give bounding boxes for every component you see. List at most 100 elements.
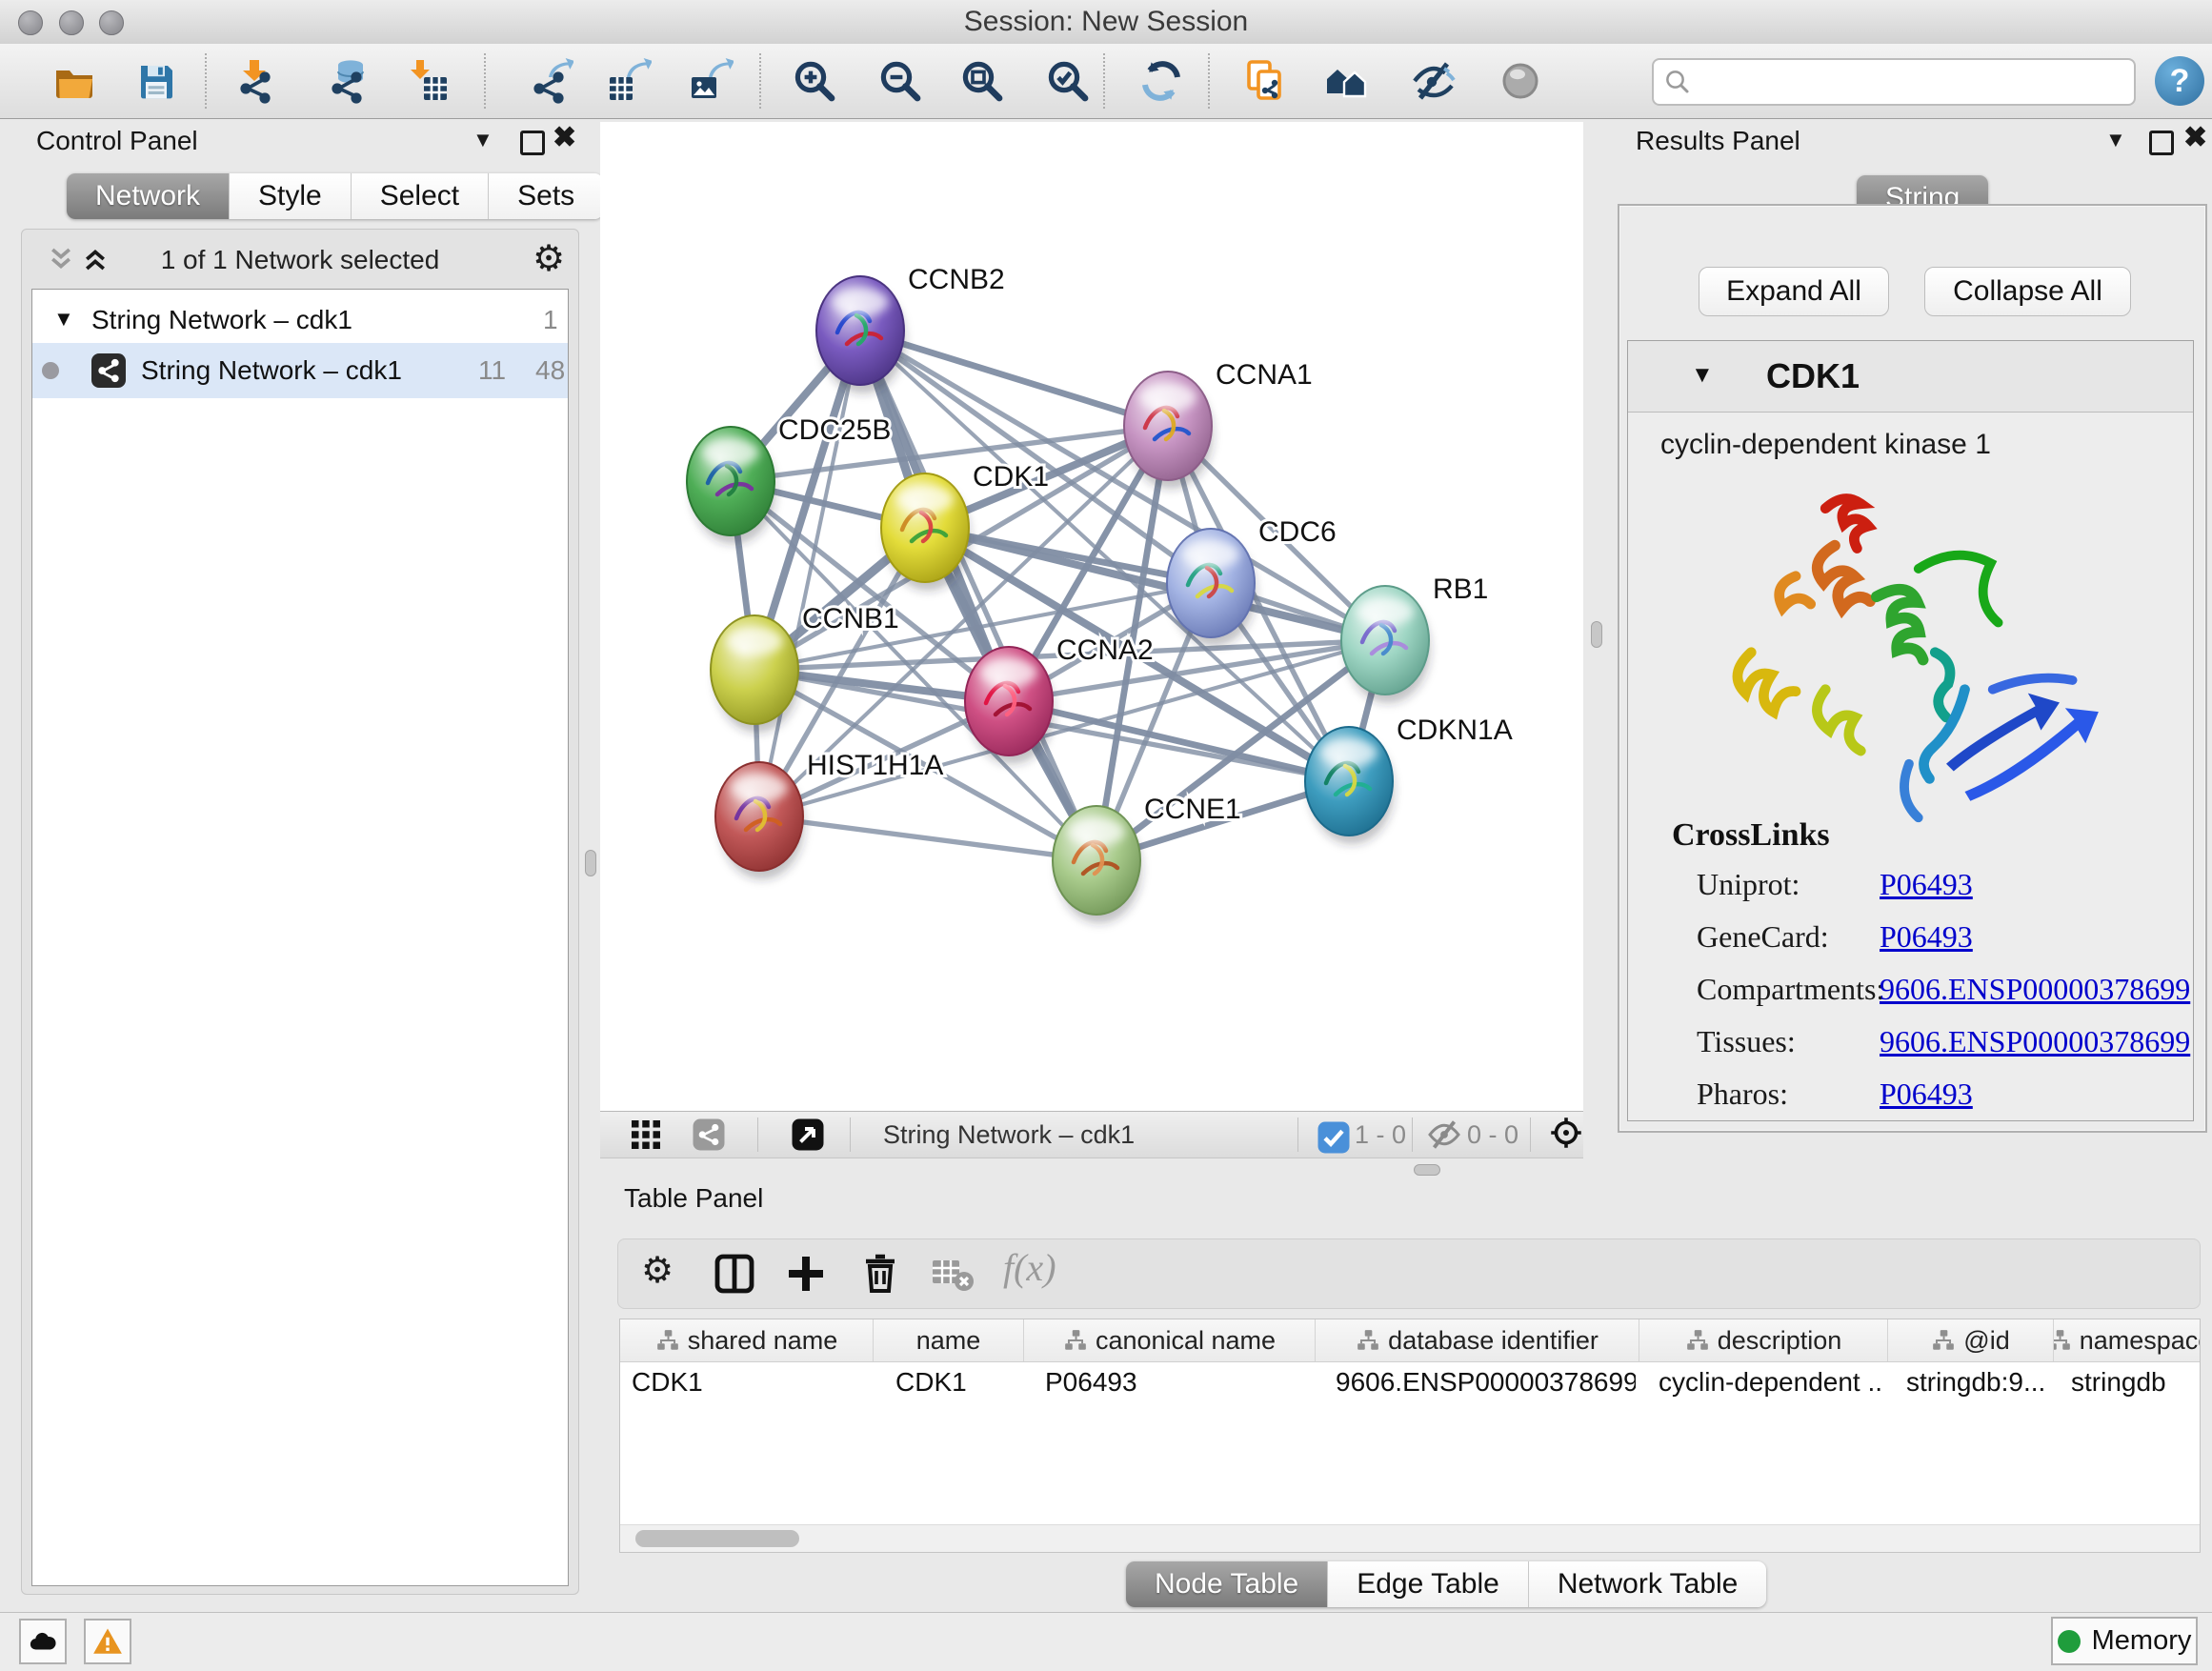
network-collection-row[interactable]: ▼ String Network – cdk1 1 [32,297,568,343]
search-icon [1663,68,1692,96]
import-database-icon[interactable] [326,58,372,104]
current-network-title: String Network – cdk1 [883,1120,1135,1150]
help-button[interactable]: ? [2155,56,2204,106]
network-edge[interactable] [1009,701,1349,781]
zoom-in-icon[interactable] [792,58,837,104]
network-node-HIST1H1A[interactable]: HIST1H1A [715,750,943,879]
refresh-icon[interactable] [1138,58,1184,104]
fit-selected-crosshair-icon[interactable] [1549,1116,1587,1154]
column-header-shared-name[interactable]: shared name [620,1319,874,1361]
network-node-CDC6[interactable]: CDC6 [1167,516,1337,646]
node-description: cyclin-dependent kinase 1 [1660,429,1991,461]
search-input[interactable] [1692,63,2134,101]
warnings-button[interactable] [84,1619,131,1664]
table-tab-network-table[interactable]: Network Table [1528,1561,1767,1607]
table-row[interactable]: CDK1CDK1P064939606.ENSP00000378699cyclin… [620,1362,2200,1402]
network-edge[interactable] [759,816,1096,860]
hidden-eye-slash-icon[interactable] [1427,1117,1461,1152]
grid-view-icon[interactable] [629,1117,663,1152]
results-panel-close-icon[interactable]: ✖ [2183,121,2207,154]
left-splitter-handle[interactable] [585,850,596,876]
table-horizontal-scrollbar[interactable] [620,1524,2200,1552]
clone-network-icon[interactable] [1243,58,1289,104]
expand-all-button[interactable]: Expand All [1699,267,1889,316]
crosslinks-heading: CrossLinks [1672,817,1830,854]
crosslink-link[interactable]: P06493 [1880,919,1973,955]
column-header-database-identifier[interactable]: database identifier [1316,1319,1639,1361]
table-cell[interactable]: cyclin-dependent ... [1636,1362,1883,1402]
node-table[interactable]: shared namenamecanonical namedatabase id… [619,1319,2201,1553]
table-cell[interactable]: stringdb:9... [1883,1362,2048,1402]
delete-column-trash-icon[interactable] [857,1251,903,1297]
tab-style[interactable]: Style [229,173,351,219]
import-network-icon[interactable] [234,58,280,104]
network-node-CDKN1A[interactable]: CDKN1A [1305,715,1513,844]
show-all-icon[interactable] [1498,58,1543,104]
function-builder-icon[interactable]: f(x) [1003,1245,1049,1291]
import-table-icon[interactable] [405,58,451,104]
zoom-out-icon[interactable] [877,58,923,104]
column-header-canonical-name[interactable]: canonical name [1024,1319,1316,1361]
column-header-namespace[interactable]: namespace [2054,1319,2201,1361]
table-options-gear-icon[interactable]: ⚙ [641,1247,687,1293]
network-options-gear-icon[interactable]: ⚙ [533,235,565,281]
open-session-icon[interactable] [51,58,97,104]
table-tab-edge-table[interactable]: Edge Table [1327,1561,1528,1607]
results-panel-float-icon[interactable] [2149,131,2174,155]
delete-table-icon[interactable] [929,1251,975,1297]
control-panel-menu-caret-icon[interactable]: ▼ [473,128,493,152]
crosslink-link[interactable]: P06493 [1880,867,1973,902]
tab-select[interactable]: Select [351,173,488,219]
show-columns-icon[interactable] [712,1251,757,1297]
export-image-icon[interactable] [688,58,734,104]
crosslink-link[interactable]: P06493 [1880,1077,1973,1112]
zoom-fit-icon[interactable] [959,58,1005,104]
tab-sets[interactable]: Sets [488,173,603,219]
control-panel-float-icon[interactable] [520,131,545,155]
add-column-icon[interactable] [783,1251,829,1297]
table-cell[interactable]: P06493 [1022,1362,1313,1402]
scrollbar-thumb[interactable] [635,1530,799,1547]
first-neighbors-icon[interactable] [1323,58,1369,104]
application-window: Session: New Session ? Control Panel ▼ ✖… [0,0,2212,1671]
collapse-all-button[interactable]: Collapse All [1924,267,2131,316]
column-header-description[interactable]: description [1639,1319,1888,1361]
network-edge[interactable] [860,331,1168,426]
table-cell[interactable]: stringdb [2048,1362,2200,1402]
crosslink-label: Pharos: [1697,1077,1788,1112]
results-panel-menu-caret-icon[interactable]: ▼ [2105,128,2126,152]
tab-network[interactable]: Network [67,173,229,219]
network-badge-icon[interactable] [692,1117,726,1152]
network-node-CCNB2[interactable]: CCNB2 [816,264,1005,393]
bottom-splitter-handle[interactable] [1414,1164,1440,1176]
table-cell[interactable]: CDK1 [620,1362,873,1402]
save-session-icon[interactable] [133,58,179,104]
hierarchy-icon [655,1328,680,1353]
table-cell[interactable]: 9606.ENSP00000378699 [1313,1362,1636,1402]
column-header-@id[interactable]: @id [1888,1319,2054,1361]
node-section-header[interactable]: ▼ CDK1 [1628,341,2193,413]
network-node-RB1[interactable]: RB1 [1341,574,1488,703]
column-header-name[interactable]: name [874,1319,1024,1361]
selected-nodes-checkbox-icon[interactable] [1317,1120,1345,1149]
search-field[interactable] [1652,58,2136,106]
network-row-selected[interactable]: String Network – cdk1 11 48 [32,343,568,398]
crosslink-link[interactable]: 9606.ENSP00000378699 [1880,1024,2190,1059]
export-network-icon[interactable] [528,58,573,104]
crosslink-link[interactable]: 9606.ENSP00000378699 [1880,972,2190,1007]
hide-selected-icon[interactable] [1411,58,1457,104]
birds-eye-view-icon[interactable] [791,1117,825,1152]
network-node-CCNA1[interactable]: CCNA1 [1124,359,1313,489]
right-splitter-handle[interactable] [1591,621,1602,648]
network-node-CCNE1[interactable]: CCNE1 [1053,794,1241,923]
memory-button[interactable]: Memory [2051,1617,2198,1665]
network-view-canvas[interactable]: CCNB2 CCNA1 CDC25B CDK1 CDC6 RB1 CCNB1 [600,122,1583,1111]
export-table-icon[interactable] [606,58,652,104]
table-cell[interactable]: CDK1 [873,1362,1022,1402]
section-expander-icon[interactable]: ▼ [1691,362,1714,389]
control-panel-close-icon[interactable]: ✖ [553,121,576,154]
cloud-status-button[interactable] [19,1619,67,1664]
zoom-selected-icon[interactable] [1045,58,1091,104]
tree-expander-icon[interactable]: ▼ [53,307,74,332]
table-tab-node-table[interactable]: Node Table [1126,1561,1327,1607]
